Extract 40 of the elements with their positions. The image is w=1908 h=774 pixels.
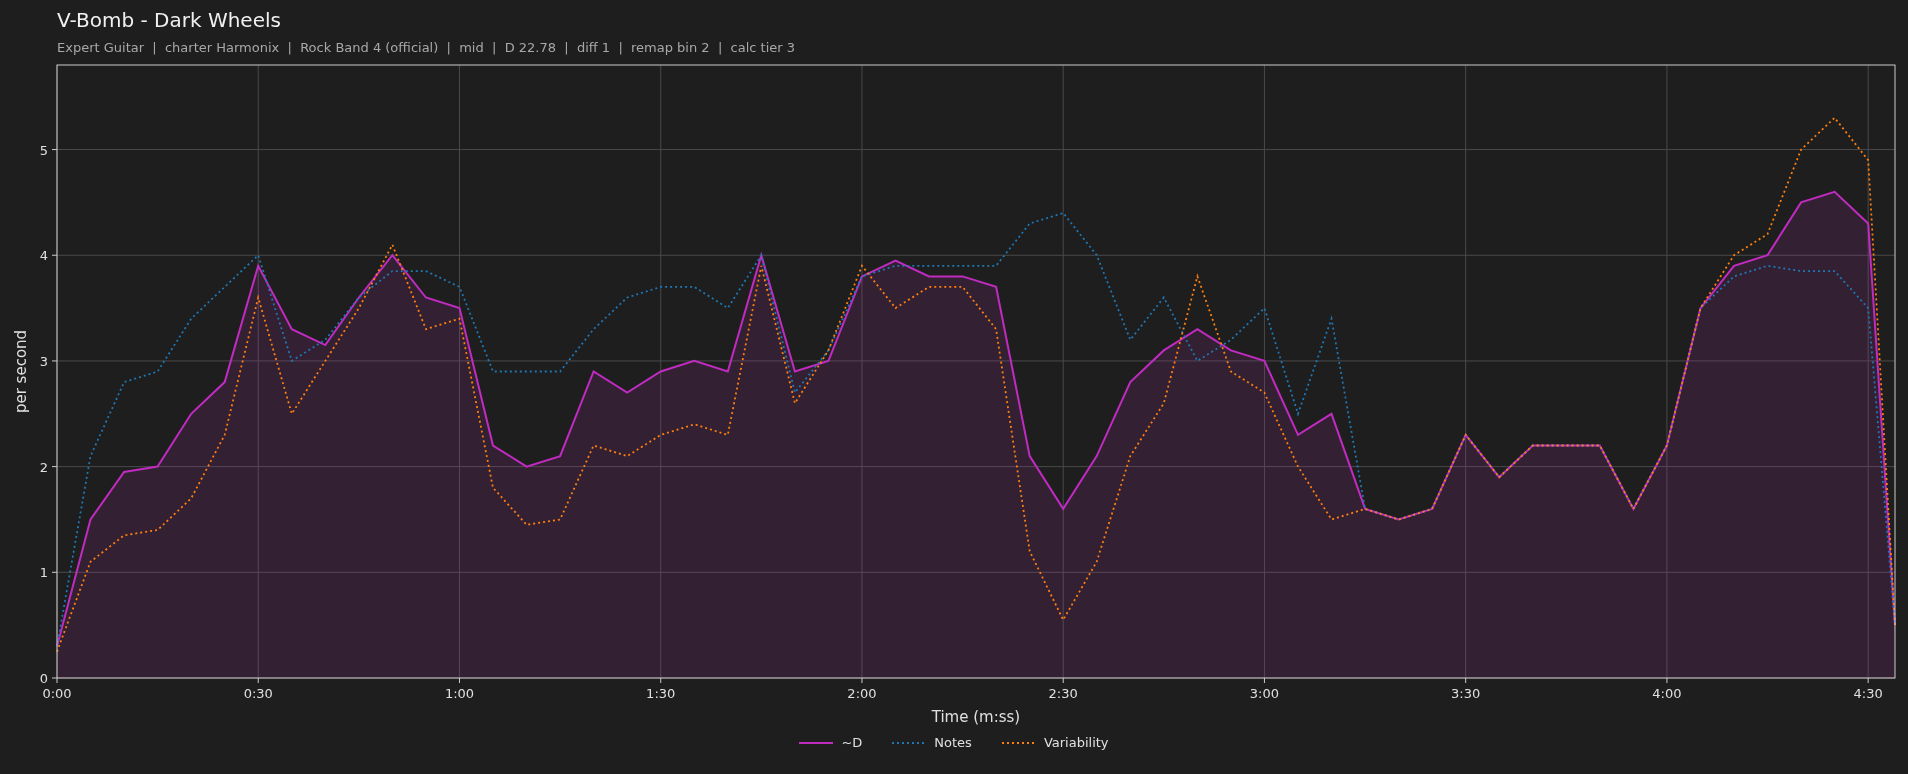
- chart-title: V-Bomb - Dark Wheels: [57, 8, 281, 32]
- tick-mark: [51, 360, 58, 362]
- x-tick-label: 2:30: [1048, 686, 1078, 701]
- legend-label: ~D: [841, 735, 863, 750]
- tick-mark: [51, 254, 58, 256]
- x-tick-label: 1:30: [646, 686, 676, 701]
- y-tick-label: 2: [39, 459, 48, 475]
- legend-swatch-icon: [892, 740, 927, 745]
- tick-mark: [1666, 677, 1668, 684]
- x-tick-label: 0:30: [243, 686, 273, 701]
- y-axis-label: per second: [12, 329, 30, 414]
- tick-mark: [257, 677, 259, 684]
- legend-label: Notes: [934, 735, 972, 750]
- tick-mark: [861, 677, 863, 684]
- x-axis-label: Time (m:ss): [931, 708, 1021, 726]
- tick-mark: [51, 466, 58, 468]
- tick-mark: [1062, 677, 1064, 684]
- tick-mark: [1867, 677, 1869, 684]
- y-tick-label: 3: [39, 353, 48, 369]
- x-tick-label: 2:00: [847, 686, 877, 701]
- y-tick-label: 4: [39, 248, 48, 264]
- x-tick-label: 0:00: [42, 686, 72, 701]
- tick-mark: [1263, 677, 1265, 684]
- x-tick-label: 3:30: [1451, 686, 1481, 701]
- x-tick-label: 1:00: [444, 686, 475, 701]
- tick-mark: [51, 149, 58, 151]
- x-tick-label: 4:30: [1853, 686, 1883, 701]
- tick-mark: [1465, 677, 1467, 684]
- tick-mark: [459, 677, 460, 684]
- y-tick-label: 1: [39, 565, 48, 581]
- y-tick-label: 5: [39, 142, 48, 158]
- legend-label: Variability: [1043, 735, 1109, 750]
- y-tick-label: 0: [39, 671, 48, 686]
- chart-subtitle: Expert Guitar | charter Harmonix | Rock Band 4 (official) | mid | D 22.78 | diff 1 | remap bin 2 | calc tier 3: [57, 40, 795, 55]
- x-tick-label: 3:00: [1249, 686, 1280, 701]
- legend-swatch-icon: [799, 740, 834, 745]
- legend-swatch-icon: [1001, 740, 1036, 745]
- x-tick-label: 4:00: [1652, 686, 1682, 701]
- tick-mark: [51, 571, 58, 573]
- tick-mark: [660, 677, 662, 684]
